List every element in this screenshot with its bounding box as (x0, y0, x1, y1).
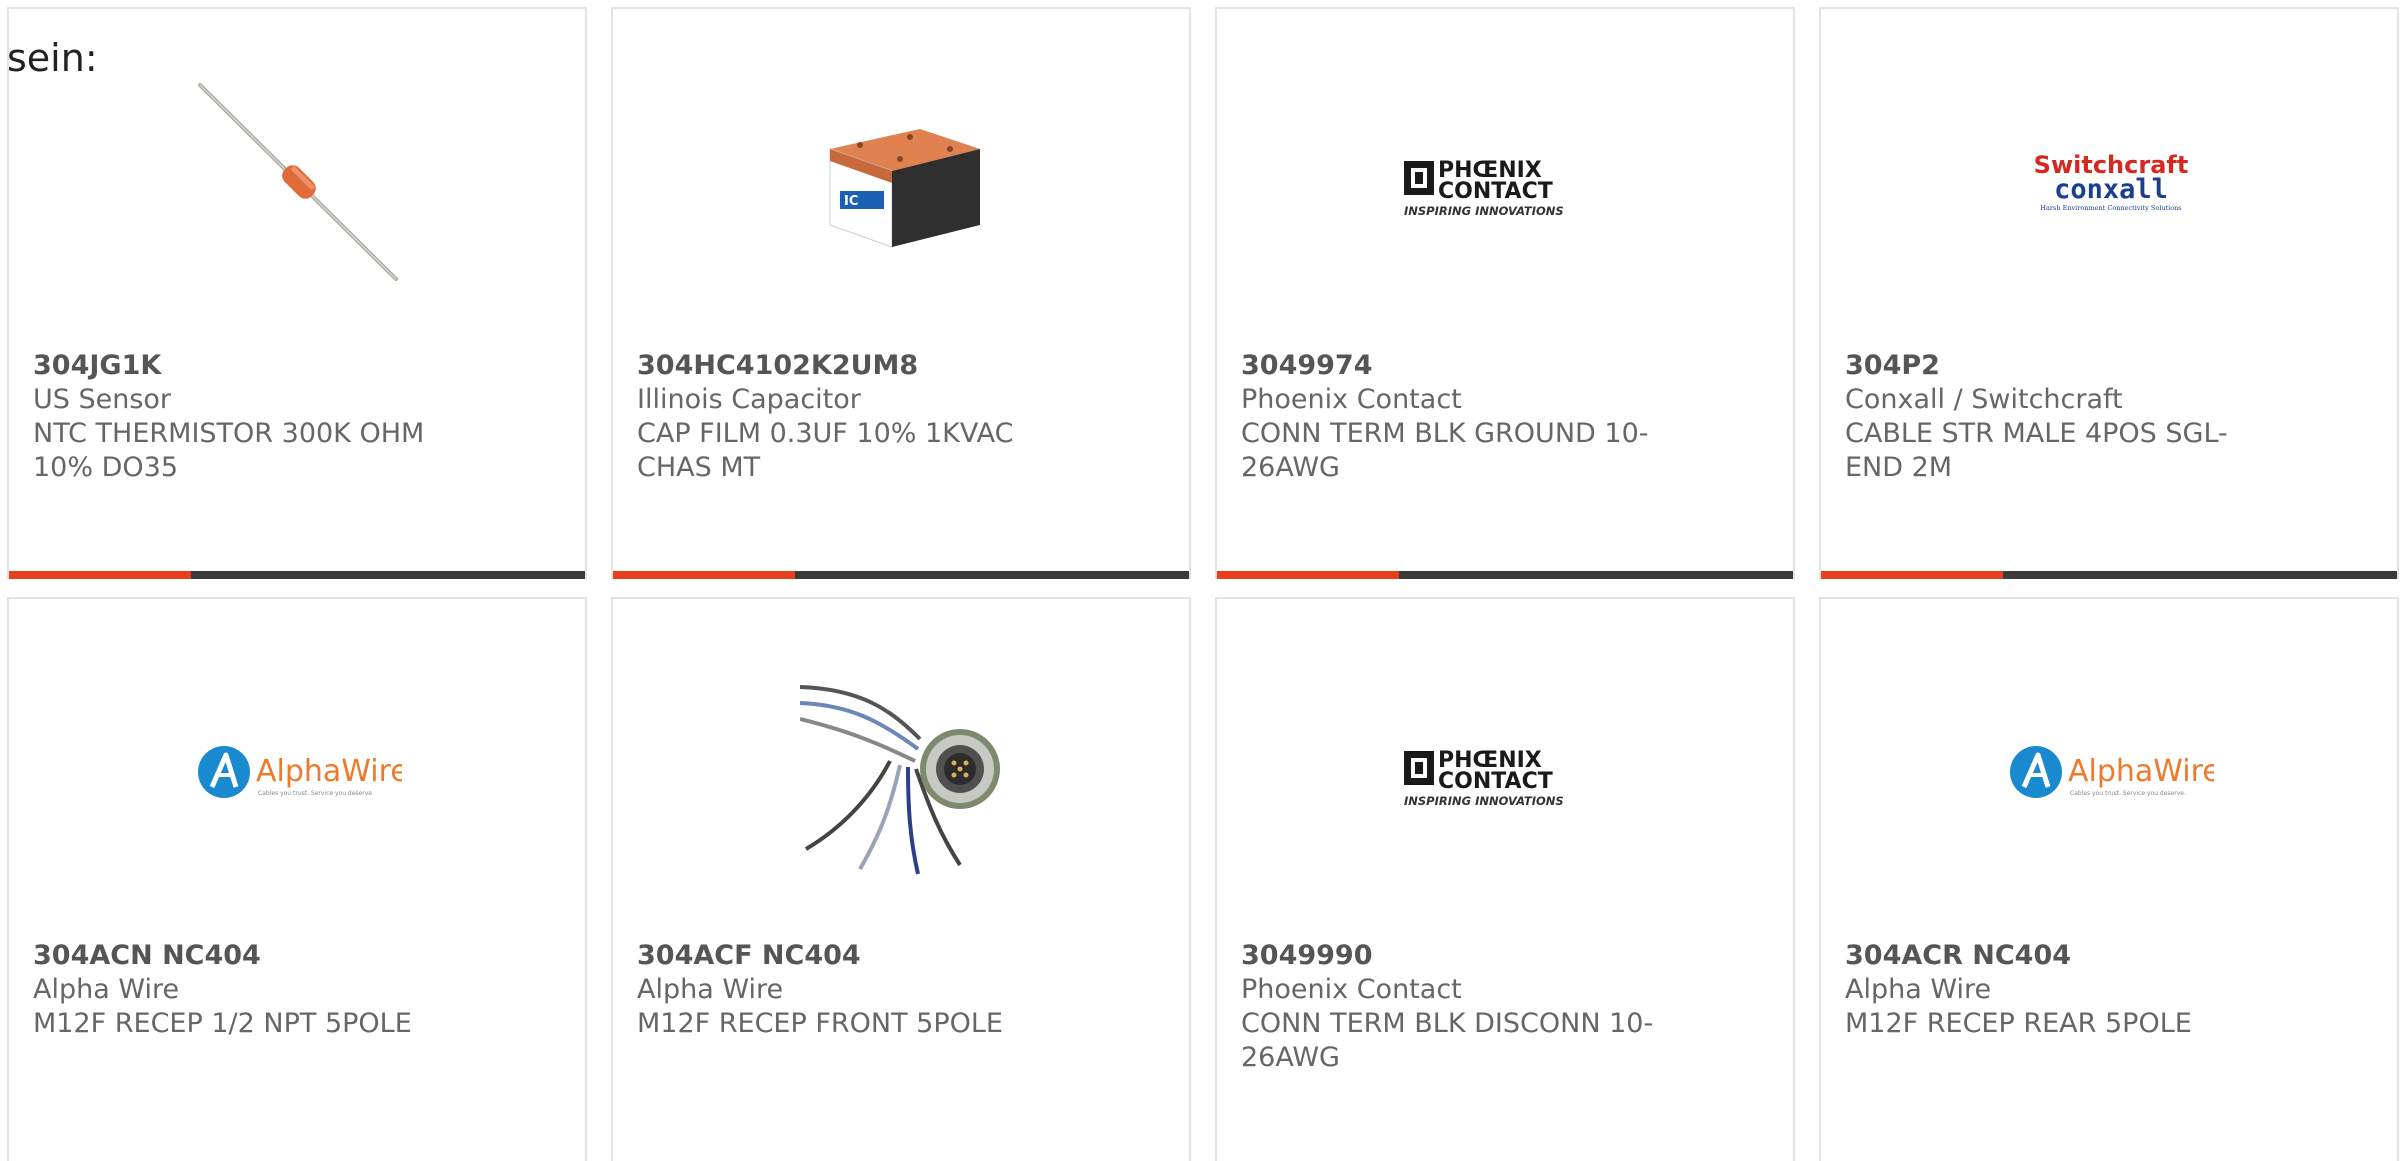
description: M12F RECEP FRONT 5POLE (637, 1008, 1003, 1039)
manufacturer: Alpha Wire (33, 974, 180, 1005)
manufacturer: Phoenix Contact (1241, 384, 1462, 415)
manufacturer: Alpha Wire (1845, 974, 1992, 1005)
description: CONN TERM BLK DISCONN 10-26AWG (1241, 1008, 1654, 1073)
product-info: 3049974 Phoenix Contact CONN TERM BLK GR… (1241, 349, 1661, 485)
part-number[interactable]: 304JG1K (33, 349, 453, 383)
phoenix-contact-logo: PHŒNIX CONTACT INSPIRING INNOVATIONS (1404, 79, 1610, 285)
product-info: 304HC4102K2UM8 Illinois Capacitor CAP FI… (637, 349, 1057, 485)
logo-tagline: Cables you trust. Service you deserve. (258, 790, 374, 797)
description: M12F RECEP 1/2 NPT 5POLE (33, 1008, 412, 1039)
product-info: 304JG1K US Sensor NTC THERMISTOR 300K OH… (33, 349, 453, 485)
alphawire-logo: AlphaWire Cables you trust. Service you … (196, 669, 402, 875)
manufacturer: Alpha Wire (637, 974, 784, 1005)
intro-text: sein: (7, 36, 98, 80)
description: M12F RECEP REAR 5POLE (1845, 1008, 2192, 1039)
logo-line2: conxall (2054, 174, 2168, 205)
description: NTC THERMISTOR 300K OHM 10% DO35 (33, 418, 425, 483)
card-bottom-bar (1821, 571, 2397, 579)
logo-line1: AlphaWire (256, 754, 402, 789)
product-card[interactable]: PHŒNIX CONTACT INSPIRING INNOVATIONS 304… (1215, 7, 1795, 579)
card-accent-bar (1217, 571, 1399, 579)
card-accent-bar (1821, 571, 2003, 579)
manufacturer: Conxall / Switchcraft (1845, 384, 2123, 415)
product-info: 304ACF NC404 Alpha Wire M12F RECEP FRONT… (637, 939, 1057, 1041)
part-number[interactable]: 304P2 (1845, 349, 2265, 383)
logo-tagline: INSPIRING INNOVATIONS (1404, 794, 1564, 808)
product-card[interactable]: AlphaWire Cables you trust. Service you … (1819, 597, 2399, 1161)
switchcraft-conxall-logo: Switchcraft conxall Harsh Environment Co… (2008, 79, 2214, 285)
product-card[interactable]: Switchcraft conxall Harsh Environment Co… (1819, 7, 2399, 579)
part-number[interactable]: 3049974 (1241, 349, 1661, 383)
alphawire-logo: AlphaWire Cables you trust. Service you … (2008, 669, 2214, 875)
logo-line2: CONTACT (1438, 179, 1553, 204)
product-card[interactable]: AlphaWire Cables you trust. Service you … (7, 597, 587, 1161)
description: CAP FILM 0.3UF 10% 1KVAC CHAS MT (637, 418, 1014, 483)
logo-tagline: Harsh Environment Connectivity Solutions (2040, 204, 2181, 212)
product-card[interactable]: IC 304HC4102K2UM8 Illinois Capacitor CAP… (611, 7, 1191, 579)
part-number[interactable]: 304HC4102K2UM8 (637, 349, 1057, 383)
card-bottom-bar (9, 571, 585, 579)
card-bottom-bar (613, 571, 1189, 579)
product-grid: 304JG1K US Sensor NTC THERMISTOR 300K OH… (7, 7, 2399, 1161)
film-capacitor-icon: IC (800, 79, 1006, 285)
description: CABLE STR MALE 4POS SGL-END 2M (1845, 418, 2228, 483)
manufacturer: Phoenix Contact (1241, 974, 1462, 1005)
logo-tagline: INSPIRING INNOVATIONS (1404, 204, 1564, 218)
thermistor-icon (196, 79, 402, 285)
manufacturer: US Sensor (33, 384, 172, 415)
product-card[interactable]: 304ACF NC404 Alpha Wire M12F RECEP FRONT… (611, 597, 1191, 1161)
page: sein: 304JG1K US Sensor NTC THERMISTOR 3… (0, 0, 2400, 1161)
card-accent-bar (9, 571, 191, 579)
phoenix-contact-logo: PHŒNIX CONTACT INSPIRING INNOVATIONS (1404, 669, 1610, 875)
description: CONN TERM BLK GROUND 10-26AWG (1241, 418, 1649, 483)
card-accent-bar (613, 571, 795, 579)
svg-text:IC: IC (844, 194, 858, 209)
logo-line1: AlphaWire (2068, 754, 2214, 789)
product-info: 304P2 Conxall / Switchcraft CABLE STR MA… (1845, 349, 2265, 485)
product-info: 3049990 Phoenix Contact CONN TERM BLK DI… (1241, 939, 1661, 1075)
card-bottom-bar (1217, 571, 1793, 579)
logo-line2: CONTACT (1438, 769, 1553, 794)
product-info: 304ACR NC404 Alpha Wire M12F RECEP REAR … (1845, 939, 2265, 1041)
product-info: 304ACN NC404 Alpha Wire M12F RECEP 1/2 N… (33, 939, 453, 1041)
part-number[interactable]: 304ACF NC404 (637, 939, 1057, 973)
part-number[interactable]: 3049990 (1241, 939, 1661, 973)
m12-connector-icon (800, 669, 1006, 875)
logo-tagline: Cables you trust. Service you deserve. (2070, 790, 2186, 797)
product-card[interactable]: 304JG1K US Sensor NTC THERMISTOR 300K OH… (7, 7, 587, 579)
product-card[interactable]: PHŒNIX CONTACT INSPIRING INNOVATIONS 304… (1215, 597, 1795, 1161)
manufacturer: Illinois Capacitor (637, 384, 861, 415)
part-number[interactable]: 304ACR NC404 (1845, 939, 2265, 973)
part-number[interactable]: 304ACN NC404 (33, 939, 453, 973)
